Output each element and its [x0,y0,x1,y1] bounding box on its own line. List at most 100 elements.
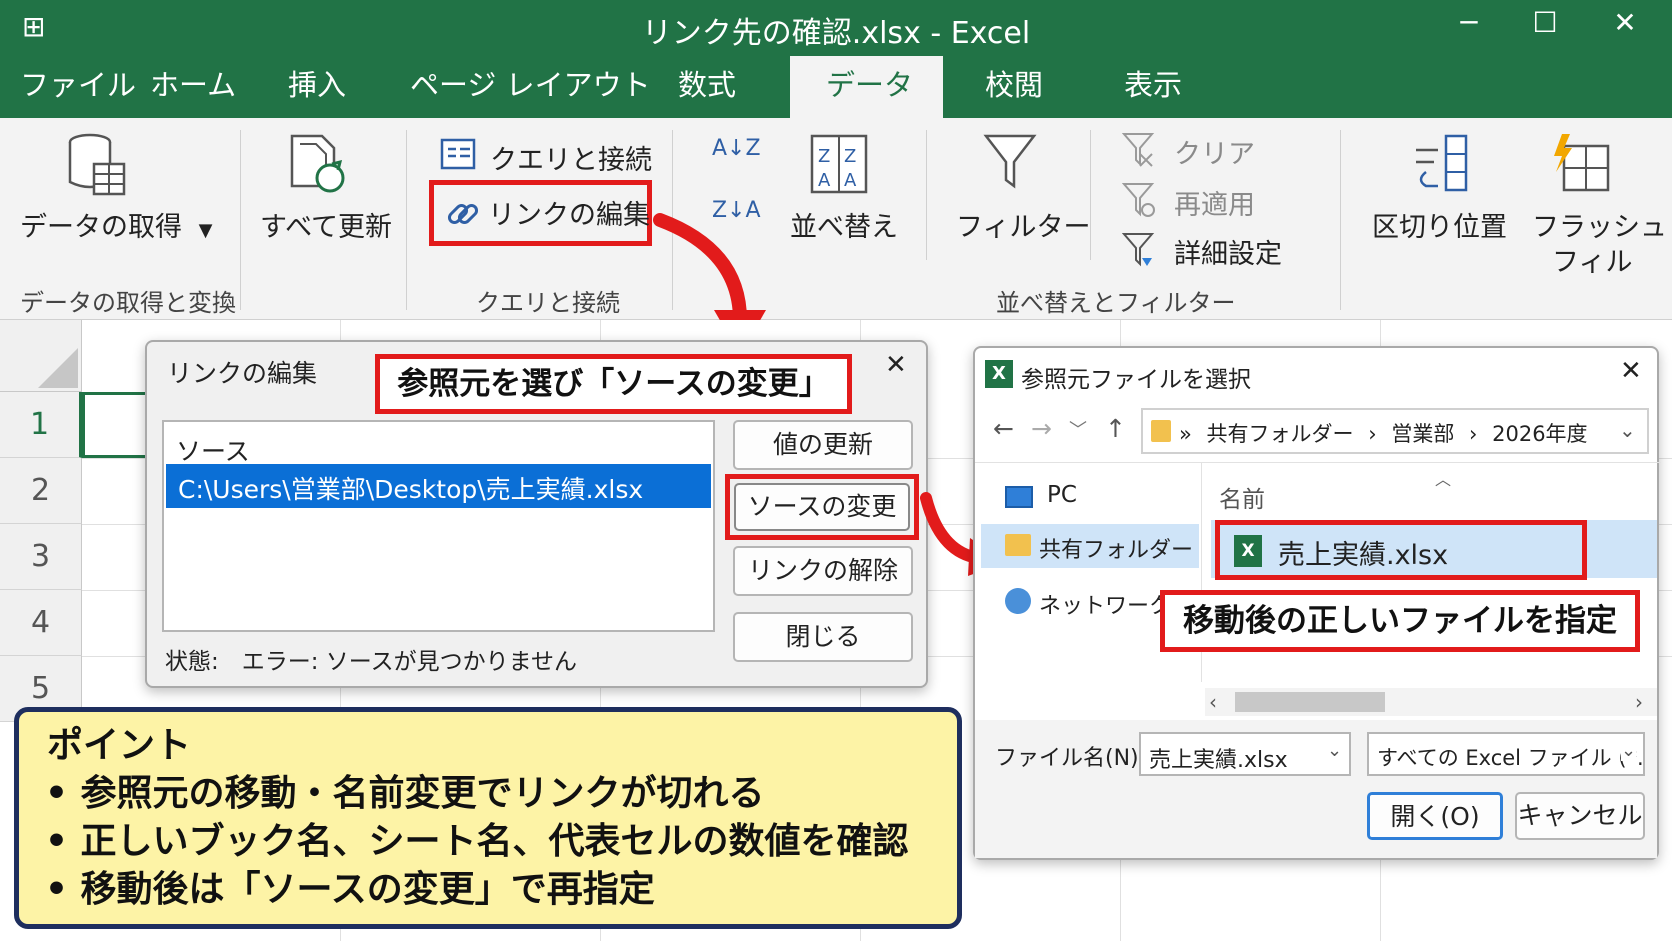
breadcrumb-separator: › [1469,422,1478,446]
folder-icon [1151,420,1171,442]
back-icon[interactable]: ← [993,414,1014,443]
source-path: C:\Users\営業部\Desktop\売上実績.xlsx [178,475,644,504]
flash-fill-button[interactable]: フラッシュ [1532,205,1667,244]
shared-folder-icon [1005,534,1031,556]
scrollbar-thumb[interactable] [1235,692,1385,712]
sort-button[interactable]: 並べ替え [790,205,898,244]
queries-connections-button[interactable]: クエリと接続 [490,138,652,177]
tab-home[interactable]: ホーム [150,62,236,104]
address-bar[interactable]: » 共有フォルダー › 営業部 › 2026年度 ⌄ [1141,408,1649,454]
update-values-button[interactable]: 値の更新 [733,420,913,470]
breadcrumb-year[interactable]: 2026年度 [1492,422,1587,446]
text-to-columns-icon [1416,134,1468,192]
file-dialog-close-icon[interactable]: ✕ [1620,356,1642,386]
text-to-columns-button[interactable]: 区切り位置 [1372,205,1507,244]
group-separator [926,130,927,260]
point-bullet: • 正しいブック名、シート名、代表セルの数値を確認 [45,821,909,862]
reapply-button[interactable]: 再適用 [1174,183,1255,222]
file-name: 売上実績.xlsx [1278,540,1449,571]
group-label-sort-filter: 並べ替えとフィルター [996,289,1236,317]
up-folder-icon[interactable]: ↑ [1105,414,1126,443]
scroll-right-icon[interactable]: › [1635,690,1643,714]
active-cell[interactable] [82,392,152,458]
get-data-button[interactable]: データの取得 ▼ [20,205,212,244]
file-list-item[interactable]: X 売上実績.xlsx [1215,520,1587,580]
minimize-button[interactable]: ─ [1444,6,1494,39]
breadcrumb-overflow[interactable]: » [1179,422,1192,446]
svg-text:A: A [844,170,857,191]
edit-links-button[interactable]: リンクの編集 [429,180,652,246]
group-separator [240,130,241,310]
svg-text:A: A [818,170,831,191]
group-label-get-transform: データの取得と変換 [20,289,236,317]
row-header[interactable]: 3 [0,524,82,590]
sort-az-icon: A↓Z [712,136,761,161]
sidebar-item-shared-folder[interactable]: 共有フォルダー [1039,532,1193,564]
edit-links-label: リンクの編集 [488,200,650,231]
row-header[interactable]: 1 [0,392,82,458]
clear-button[interactable]: クリア [1174,132,1255,171]
callout-specify-file: 移動後の正しいファイルを指定 [1160,590,1640,652]
tab-review[interactable]: 校閲 [985,62,1043,104]
close-button[interactable]: ✕ [1600,6,1650,39]
group-label-queries: クエリと接続 [476,289,620,317]
excel-icon: X [985,360,1013,388]
chevron-down-icon[interactable]: ⌄ [1621,740,1637,761]
tab-insert[interactable]: 挿入 [288,62,346,104]
open-button[interactable]: 開く(O) [1367,792,1503,840]
sidebar-item-network[interactable]: ネットワーク [1039,588,1171,620]
filename-label: ファイル名(N): [995,746,1147,771]
tab-view[interactable]: 表示 [1124,62,1182,104]
cancel-button[interactable]: キャンセル [1515,792,1645,840]
close-dialog-button[interactable]: 閉じる [733,612,913,662]
network-icon [1005,588,1031,614]
filter-button[interactable]: フィルター [956,205,1090,244]
change-source-button[interactable]: ソースの変更 [734,483,910,531]
tab-file[interactable]: ファイル [20,62,136,104]
filetype-value: すべての Excel ファイル (*.xl [1377,746,1645,770]
pc-icon [1005,486,1033,508]
flash-fill-label-line2: フィル [1552,247,1633,278]
scroll-left-icon[interactable]: ‹ [1209,690,1217,714]
filetype-select[interactable]: すべての Excel ファイル (*.xl ⌄ [1367,732,1645,776]
tab-data[interactable]: データ [826,62,913,104]
reapply-filter-icon [1122,183,1155,217]
select-all-corner[interactable] [0,320,82,392]
filename-input[interactable]: 売上実績.xlsx ⌄ [1139,732,1351,776]
database-icon [68,133,126,196]
dialog-title: リンクの編集 [167,359,318,388]
row-header[interactable]: 2 [0,458,82,524]
svg-text:Z: Z [818,146,830,167]
horizontal-scrollbar[interactable]: ‹ › [1205,688,1657,716]
breadcrumb-shared-folder[interactable]: 共有フォルダー [1207,422,1354,446]
name-column-header[interactable]: 名前 [1219,480,1265,514]
breadcrumb-sales[interactable]: 営業部 [1391,422,1454,446]
recent-locations-icon[interactable]: ﹀ [1069,416,1087,442]
divider [975,462,1661,463]
chevron-down-icon[interactable]: ⌄ [1619,418,1636,442]
refresh-all-button[interactable]: すべて更新 [260,205,392,244]
dialog-close-icon[interactable]: ✕ [885,350,907,380]
file-dialog-title: 参照元ファイルを選択 [1021,367,1251,393]
sidebar-item-pc[interactable]: PC [1047,482,1077,508]
sort-az-button[interactable]: A↓Z [712,138,761,160]
window-title: リンク先の確認.xlsx - Excel [641,16,1031,51]
link-icon [447,203,479,225]
forward-icon[interactable]: → [1031,414,1052,443]
tab-page-layout[interactable]: ページ レイアウト [410,62,651,104]
tab-formulas[interactable]: 数式 [678,62,736,104]
break-link-button[interactable]: リンクの解除 [733,546,913,596]
maximize-button[interactable]: ☐ [1520,6,1570,39]
refresh-all-icon [290,134,345,193]
row-header[interactable]: 4 [0,590,82,656]
status-text: 状態: エラー: ソースが見つかりません [165,649,577,675]
filter-icon [983,134,1037,189]
sort-ascending-icon: ︿ [1435,470,1452,489]
source-list-item-selected[interactable]: C:\Users\営業部\Desktop\売上実績.xlsx [166,464,711,508]
chevron-down-icon[interactable]: ⌄ [1327,740,1342,761]
point-box: ポイント • 参照元の移動・名前変更でリンクが切れる • 正しいブック名、シート… [14,707,962,929]
group-separator [1090,130,1091,260]
advanced-button[interactable]: 詳細設定 [1174,232,1282,271]
source-list[interactable]: ソース C:\Users\営業部\Desktop\売上実績.xlsx [162,420,715,632]
source-column-header: ソース [176,437,250,466]
